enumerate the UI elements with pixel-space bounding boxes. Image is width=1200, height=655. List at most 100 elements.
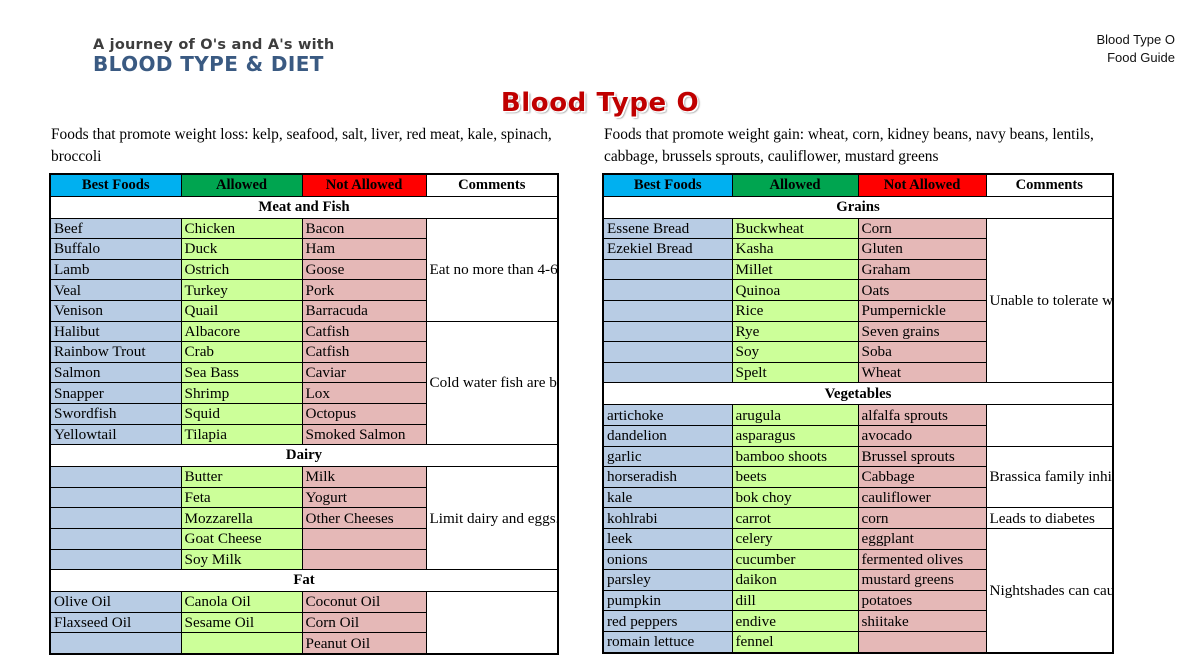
cell-not-allowed-food: potatoes [857,589,987,612]
cell-not-allowed-food: Catfish [301,320,427,343]
content-columns: Foods that promote weight loss: kelp, se… [0,122,1200,655]
cell-best-food: Swordfish [49,403,182,425]
table-row: Olive Oil Canola Oil Coconut Oil [49,591,559,655]
table-row: kohlrabi carrot corn Leads to diabetes [602,507,1114,529]
cell-best-food: garlic [602,445,733,468]
cell-allowed-food: Albacore [180,320,303,343]
cell-best-food [49,466,182,488]
cell-not-allowed-food: alfalfa sprouts [857,404,987,426]
cell-best-food [602,279,733,302]
table-row: garlic bamboo shoots Brussel sprouts Brassi… [602,445,1114,509]
cell-allowed-food: fennel [731,630,859,654]
cell-allowed-food: Tilapia [180,423,303,446]
cell-not-allowed-food: Other Cheeses [301,507,427,529]
cell-allowed-food: Butter [180,466,303,488]
right-food-table: Best Foods Allowed Not Allowed Comments Grai… [602,172,1114,654]
table-row: Essene Bread Buckwheat Corn Unable to toler… [602,217,1114,384]
cell-not-allowed-food: Graham [857,258,987,281]
cell-best-food: Rainbow Trout [49,341,182,363]
page-title: Blood Type O [500,88,700,118]
section-header-row: Fat [49,569,559,593]
cell-best-food: Olive Oil [49,591,182,613]
brand-logo: A journey of O's and A's with BLOOD TYPE… [93,37,334,77]
section-title: Meat and Fish [49,195,559,219]
cell-not-allowed-food [857,630,987,654]
cell-not-allowed-food: Pork [301,279,427,302]
cell-not-allowed-food: Bacon [301,217,427,240]
cell-allowed-food: Feta [180,486,303,509]
cell-not-allowed-food: Yogurt [301,486,427,509]
cell-not-allowed-food: corn [857,507,987,529]
cell-not-allowed-food: Caviar [301,361,427,384]
table-row: Halibut Albacore Catfish Cold water fish ar… [49,320,559,446]
cell-not-allowed-food: avocado [857,425,987,447]
section-header-row: Meat and Fish [49,195,559,219]
cell-allowed-food: Soy [731,341,859,363]
cell-allowed-food: Quinoa [731,279,859,302]
cell-best-food [49,486,182,509]
cell-allowed-food: Crab [180,341,303,363]
cell-allowed-food [180,632,303,655]
cell-allowed-food: Mozzarella [180,507,303,529]
cell-not-allowed-food: Wheat [857,361,987,384]
cell-best-food [602,341,733,363]
corner-label: Blood Type O Food Guide [1096,31,1175,68]
cell-not-allowed-food [301,548,427,571]
section-header-row: Vegetables [602,382,1114,406]
cell-allowed-food: Buckwheat [731,217,859,240]
column-header-comments: Comments [985,173,1114,197]
cell-best-food: Beef [49,217,182,240]
cell-best-food [49,527,182,550]
cell-best-food: kohlrabi [602,507,733,529]
cell-allowed-food: celery [731,527,859,550]
cell-allowed-food: carrot [731,507,859,529]
cell-best-food: kale [602,486,733,509]
cell-not-allowed-food: Smoked Salmon [301,423,427,446]
cell-allowed-food: Canola Oil [180,591,303,613]
cell-allowed-food: Quail [180,300,303,322]
cell-not-allowed-food: Soba [857,341,987,363]
cell-best-food: Buffalo [49,238,182,260]
cell-comment: Eat no more than 4-6 ounces at one meal.… [425,217,559,322]
table-header-row: Best Foods Allowed Not Allowed Comments [49,173,559,197]
right-table-body: Best Foods Allowed Not Allowed Comments Grai… [602,173,1114,654]
table-row: Butter Milk Limit dairy and eggs. [49,466,559,571]
cell-best-food: Veal [49,279,182,302]
cell-not-allowed-food: fermented olives [857,548,987,571]
section-title: Fat [49,569,559,593]
weight-gain-intro: Foods that promote weight gain: wheat, c… [604,126,1094,166]
cell-not-allowed-food: Peanut Oil [301,632,427,655]
cell-not-allowed-food: Cabbage [857,466,987,488]
right-column: Foods that promote weight gain: wheat, c… [602,122,1114,655]
cell-allowed-food: Rice [731,300,859,322]
cell-not-allowed-food: Oats [857,279,987,302]
corner-label-line1: Blood Type O [1096,32,1175,47]
column-header-comments: Comments [425,173,559,197]
cell-comment: Leads to diabetes [985,507,1114,529]
cell-comment: Cold water fish are best. [425,320,559,446]
cell-allowed-food: Sea Bass [180,361,303,384]
cell-allowed-food: dill [731,589,859,612]
cell-comment: Brassica family inhibits thyroid functio… [985,445,1114,509]
column-header-not-allowed: Not Allowed [301,173,427,197]
cell-allowed-food: daikon [731,569,859,591]
table-row: BeefChickenBaconEat no more than 4-6 oun… [49,217,559,322]
cell-best-food: romain lettuce [602,630,733,654]
cell-best-food: Snapper [49,382,182,404]
cell-best-food: horseradish [602,466,733,488]
left-table-body: Best Foods Allowed Not Allowed Comments Meat… [49,173,559,655]
cell-best-food: Ezekiel Bread [602,238,733,260]
cell-not-allowed-food: eggplant [857,527,987,550]
weight-loss-intro: Foods that promote weight loss: kelp, se… [51,126,552,166]
cell-comment [425,591,559,655]
section-header-row: Grains [602,195,1114,219]
cell-allowed-food: Soy Milk [180,548,303,571]
logo-wordmark: BLOOD TYPE & DIET [93,52,324,77]
cell-best-food [602,300,733,322]
table-row: leekceleryeggplantNightshades can cause [602,527,1114,654]
cell-best-food: parsley [602,569,733,591]
cell-allowed-food: Kasha [731,238,859,260]
corner-label-line2: Food Guide [1107,50,1175,66]
cell-not-allowed-food: Milk [301,466,427,488]
cell-comment: Nightshades can cause [985,527,1114,654]
